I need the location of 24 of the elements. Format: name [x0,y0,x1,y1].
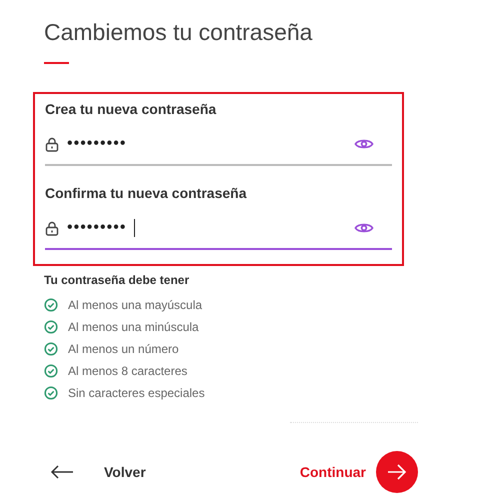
continue-button[interactable]: Continuar [300,451,418,493]
check-circle-icon [44,386,58,400]
check-circle-icon [44,298,58,312]
requirement-text: Al menos una mayúscula [68,297,202,314]
lock-icon [45,220,59,236]
page-title: Cambiemos tu contraseña [44,18,312,47]
requirement-text: Sin caracteres especiales [68,385,205,402]
check-circle-icon [44,364,58,378]
left-arrow-icon [50,465,74,479]
password-field[interactable]: ••••••••• [45,132,392,166]
check-circle-icon [44,320,58,334]
requirement-text: Al menos una minúscula [68,319,199,336]
check-circle-icon [44,342,58,356]
right-arrow-icon [387,464,407,480]
requirement-text: Al menos 8 caracteres [68,363,188,380]
field-label: Confirma tu nueva contraseña [45,184,246,203]
eye-icon[interactable] [354,221,374,235]
eye-icon[interactable] [354,137,374,151]
password-field[interactable]: ••••••••• [45,216,392,250]
lock-icon [45,136,59,152]
field-label: Crea tu nueva contraseña [45,100,216,119]
requirement-text: Al menos un número [68,341,179,358]
back-button[interactable]: Volver [50,462,146,482]
requirements-heading: Tu contraseña debe tener [44,272,190,289]
